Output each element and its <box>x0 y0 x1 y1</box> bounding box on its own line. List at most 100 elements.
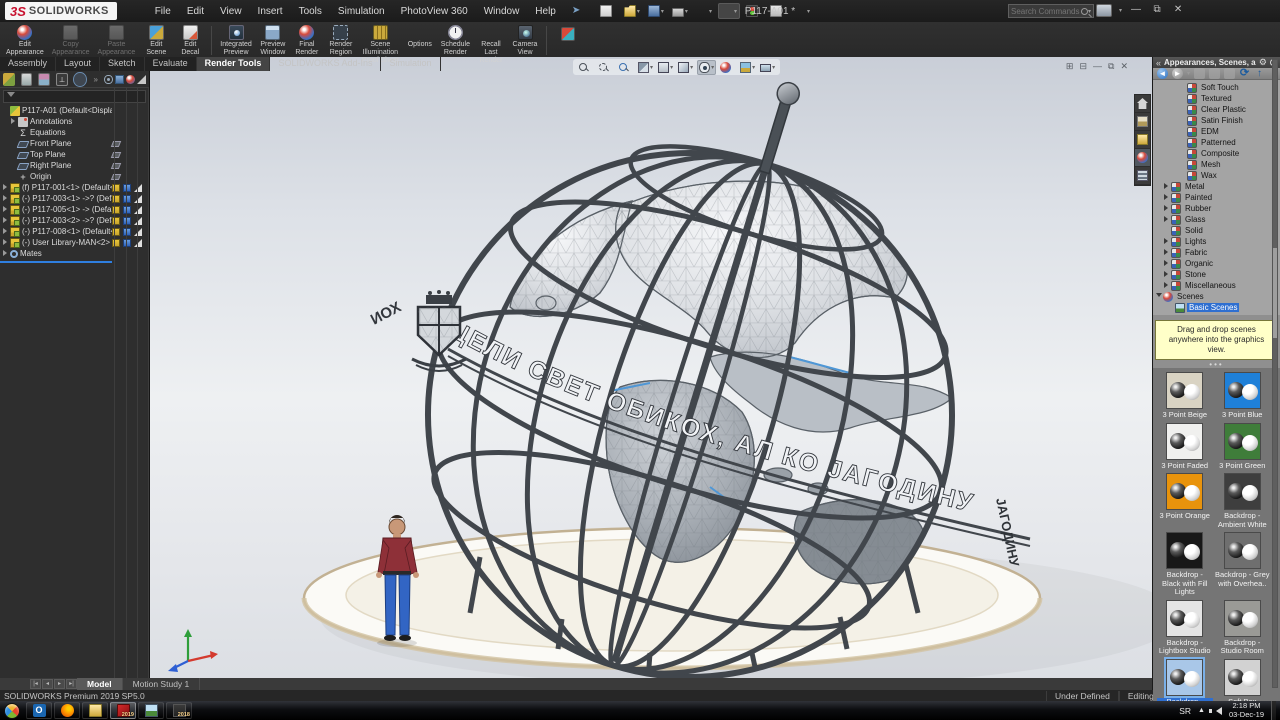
dropdown-caret-icon[interactable]: ▾ <box>685 8 688 15</box>
quick-access-button[interactable]: ▾ <box>622 4 642 18</box>
feature-tree-item[interactable]: Origin <box>0 171 149 182</box>
appearance-tree-item[interactable]: Clear Plastic <box>1153 104 1280 115</box>
plane-display-icon[interactable] <box>111 163 121 169</box>
ribbon-button[interactable]: Edit Scene <box>139 24 173 57</box>
display-mode-icon[interactable] <box>123 206 131 214</box>
volume-icon[interactable] <box>1212 707 1222 715</box>
display-mode-column-icon[interactable] <box>115 75 124 84</box>
tree-expander-icon[interactable] <box>1163 270 1171 279</box>
taskbar-clock[interactable]: 2:18 PM 03-Dec-19 <box>1229 702 1264 719</box>
property-manager-tab-icon[interactable] <box>21 73 33 86</box>
hud-button[interactable]: ▾ <box>657 61 674 74</box>
tree-expander-icon[interactable] <box>1163 259 1171 268</box>
search-commands-input[interactable] <box>1011 7 1081 16</box>
tree-expander-icon[interactable] <box>1163 182 1171 191</box>
taskbar-app-button[interactable] <box>82 702 108 719</box>
appearance-tree-item[interactable]: Lights <box>1153 236 1280 247</box>
component-appearance-icon[interactable] <box>112 239 120 247</box>
component-appearance-icon[interactable] <box>112 195 120 203</box>
feature-tree-item[interactable]: (-) P117-003<2> ->? (Default<<D <box>0 215 149 226</box>
transparency-column-icon[interactable] <box>137 75 146 84</box>
user-caret-icon[interactable]: ▾ <box>1119 7 1122 14</box>
quick-access-button[interactable]: ▾ <box>646 4 666 18</box>
component-appearance-icon[interactable] <box>112 184 120 192</box>
tree-expander-icon[interactable] <box>1 183 10 192</box>
feature-tree-item[interactable]: Mates <box>0 248 149 259</box>
display-manager-tab-icon[interactable] <box>74 73 86 86</box>
hud-button[interactable]: ▾ <box>759 62 776 73</box>
appearance-tree-item[interactable]: Mesh <box>1153 159 1280 170</box>
tree-expander-icon[interactable] <box>1 249 10 258</box>
feature-tree-item[interactable]: Annotations <box>0 116 149 127</box>
scene-thumbnail[interactable]: Backdrop - Grey with Overhea.. <box>1215 532 1271 597</box>
ribbon-button[interactable]: Copy Appearance <box>48 24 94 57</box>
document-window-button[interactable]: — <box>1093 61 1102 72</box>
appearance-tree-item[interactable]: Soft Touch <box>1153 82 1280 93</box>
search-icon[interactable] <box>1081 8 1088 15</box>
show-desktop-button[interactable] <box>1271 701 1276 720</box>
appearance-tree-item[interactable]: EDM <box>1153 126 1280 137</box>
transparency-icon[interactable] <box>134 239 142 247</box>
feature-tree-item[interactable]: (-) P117-008<1> (Default<<Defau <box>0 226 149 237</box>
command-tab[interactable]: Assembly <box>0 57 56 71</box>
appearance-column-icon[interactable] <box>126 75 135 84</box>
display-mode-icon[interactable] <box>123 239 131 247</box>
start-button[interactable] <box>4 703 20 719</box>
tree-expander-icon[interactable] <box>1 194 10 203</box>
menu-item[interactable]: Edit <box>179 3 212 20</box>
scene-thumbnail[interactable]: 3 Point Faded <box>1157 423 1213 471</box>
tree-expander-icon[interactable] <box>1163 248 1171 257</box>
tray-expand-icon[interactable]: ▲ <box>1198 707 1205 714</box>
menu-item[interactable]: Insert <box>250 3 291 20</box>
taskbar-app-button[interactable]: 2018 <box>166 702 192 719</box>
tree-expander-icon[interactable] <box>1163 193 1171 202</box>
photoview-360-icon[interactable] <box>561 27 575 41</box>
hud-button[interactable]: ▾ <box>617 61 634 74</box>
dropdown-caret-icon[interactable]: ▾ <box>650 64 653 71</box>
thumbnails-scrollbar[interactable] <box>1272 59 1278 688</box>
appearance-tree-item[interactable]: Miscellaneous <box>1153 280 1280 291</box>
dropdown-caret-icon[interactable]: ▾ <box>690 64 693 71</box>
task-pane-tab[interactable] <box>1135 167 1150 185</box>
menu-item[interactable]: Window <box>476 3 528 20</box>
last-tab-icon[interactable]: ▸| <box>66 679 77 689</box>
collapse-chevron-icon[interactable]: « <box>1156 58 1161 68</box>
dropdown-caret-icon[interactable]: ▾ <box>637 8 640 15</box>
command-tab[interactable]: Evaluate <box>145 57 197 71</box>
command-tab[interactable]: Simulation <box>381 57 440 71</box>
taskbar-app-button[interactable] <box>54 702 80 719</box>
feature-tree-item[interactable]: (-) P117-003<1> ->? (Default<<D <box>0 193 149 204</box>
feature-tree-item[interactable]: P117-A01 (Default<Display State-1>) <box>0 105 149 116</box>
document-window-button[interactable]: ⊟ <box>1079 61 1087 72</box>
hud-button[interactable]: ▾ <box>719 61 736 74</box>
feature-tree-item[interactable]: (-) User Library-MAN<2> (Valor p <box>0 237 149 248</box>
language-indicator[interactable]: SR <box>1179 706 1191 716</box>
task-pane-tab[interactable] <box>1135 149 1150 167</box>
coat-of-arms-emblem[interactable] <box>412 290 466 371</box>
command-tab[interactable]: Render Tools <box>197 57 271 71</box>
tree-expander-icon[interactable] <box>1 238 10 247</box>
tree-expander-icon[interactable] <box>1163 281 1171 290</box>
component-appearance-icon[interactable] <box>112 206 120 214</box>
appearance-tree-item[interactable]: Composite <box>1153 148 1280 159</box>
ribbon-button[interactable]: Paste Appearance <box>94 24 140 57</box>
model-tab[interactable]: Model <box>77 678 123 690</box>
display-mode-icon[interactable] <box>123 217 131 225</box>
scene-thumbnail[interactable]: 3 Point Blue <box>1215 372 1271 420</box>
scene-thumbnail[interactable]: Backdrop - Studio Room <box>1215 600 1271 656</box>
scene-thumbnail[interactable]: Backdrop - Black with Fill Lights <box>1157 532 1213 597</box>
tree-expander-icon[interactable] <box>1163 237 1171 246</box>
quick-access-button[interactable]: ▾ <box>670 5 690 18</box>
appearance-tree-item[interactable]: Textured <box>1153 93 1280 104</box>
globe-model-canvas[interactable]: ЦЕЛИ СВЕТ ОБИКОХ, АЛ КО ЈАГОДИНУ ИОХ ЈАГ… <box>150 57 1152 678</box>
feature-tree-item[interactable]: (-) P117-005<1> -> (Default<<De <box>0 204 149 215</box>
task-pane-tab[interactable] <box>1135 113 1150 131</box>
document-window-button[interactable]: ✕ <box>1120 61 1128 72</box>
feature-tree-item[interactable]: Top Plane <box>0 149 149 160</box>
component-appearance-icon[interactable] <box>112 217 120 225</box>
pane-splitter-handle[interactable]: ••• <box>1153 360 1280 368</box>
transparency-icon[interactable] <box>134 228 142 236</box>
taskbar-app-button[interactable] <box>138 702 164 719</box>
appearance-tree-item[interactable]: Organic <box>1153 258 1280 269</box>
tree-filter[interactable] <box>3 90 146 103</box>
